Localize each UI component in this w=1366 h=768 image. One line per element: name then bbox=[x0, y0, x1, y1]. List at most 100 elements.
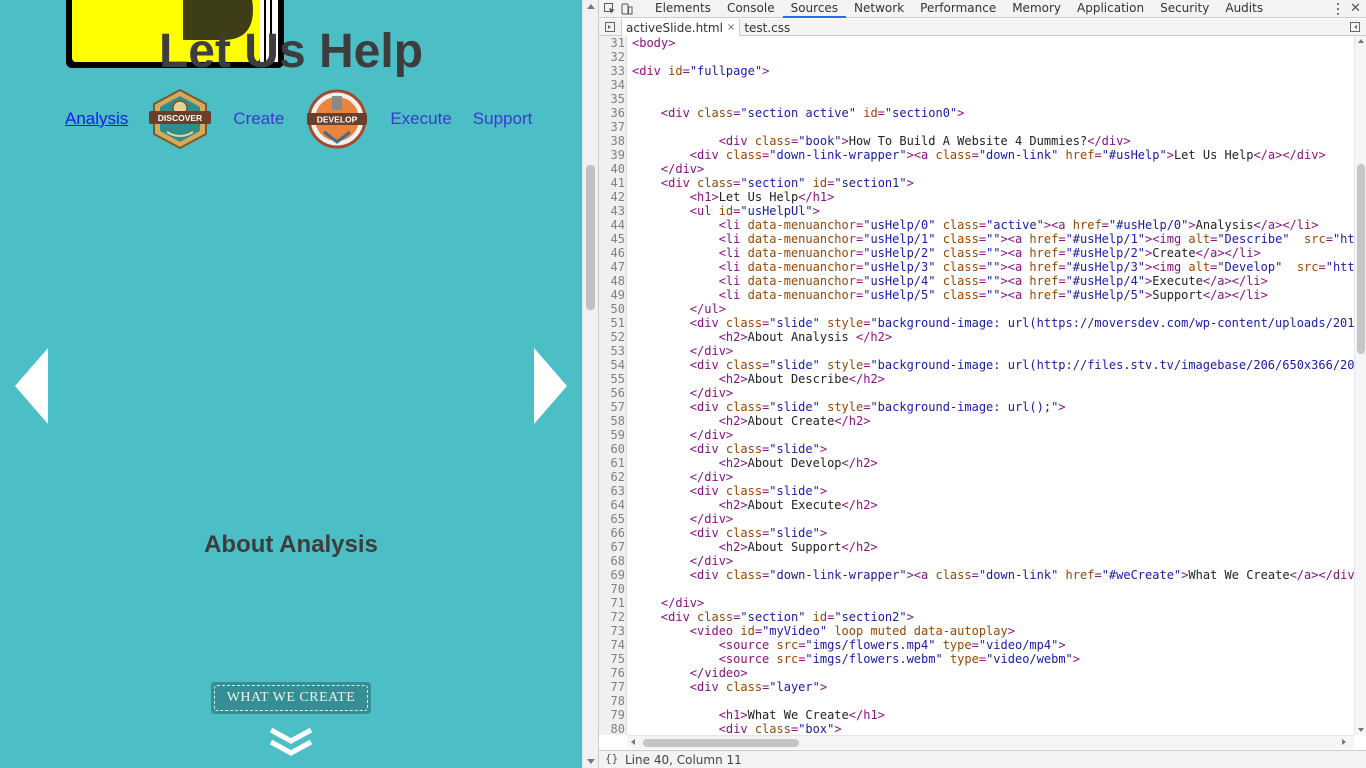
code-token-val: "section0" bbox=[884, 106, 958, 120]
code-token-tag: </div> bbox=[660, 596, 705, 610]
toggle-debugger-icon[interactable] bbox=[1350, 22, 1360, 32]
slide-prev-arrow-icon[interactable] bbox=[14, 347, 50, 425]
discover-badge-icon[interactable]: DISCOVER bbox=[147, 88, 213, 150]
code-text: <h2>About Support</h2> bbox=[632, 540, 878, 554]
file-tab[interactable]: activeSlide.html × bbox=[621, 19, 741, 37]
pretty-print-icon[interactable]: {} bbox=[605, 752, 618, 765]
code-token-val: "slide" bbox=[769, 442, 820, 456]
what-we-create-button[interactable]: WHAT WE CREATE bbox=[211, 682, 371, 714]
code-token-tag: <h2> bbox=[718, 414, 748, 428]
editor-horizontal-scrollbar[interactable] bbox=[627, 735, 1354, 749]
line-number: 42 bbox=[610, 190, 625, 204]
editor-vertical-scrollbar[interactable] bbox=[1354, 36, 1366, 735]
devtools-tab-network[interactable]: Network bbox=[846, 0, 912, 18]
code-editor[interactable]: 31 <body> 32 33 <div id="fullpage"> 34 35 36 <d… bbox=[599, 36, 1354, 735]
code-token-tag: ><a bbox=[1000, 274, 1030, 288]
code-line: 80 <div class="box"> bbox=[599, 722, 1354, 735]
line-number: 72 bbox=[610, 610, 625, 624]
device-toolbar-icon[interactable] bbox=[621, 3, 633, 15]
more-options-icon[interactable] bbox=[1335, 2, 1341, 16]
code-token-attr: class bbox=[725, 148, 763, 162]
nav-link-analysis[interactable]: Analysis bbox=[65, 109, 128, 129]
code-token-tag: <div bbox=[660, 176, 698, 190]
devtools-tab-performance[interactable]: Performance bbox=[912, 0, 1004, 18]
code-token-tag: = bbox=[971, 638, 979, 652]
scroll-up-arrow-icon[interactable] bbox=[587, 4, 595, 9]
code-token-attr: class bbox=[942, 274, 979, 288]
line-number: 75 bbox=[610, 652, 625, 666]
nav-link-support[interactable]: Support bbox=[473, 109, 533, 129]
editor-horizontal-scroll-thumb[interactable] bbox=[643, 739, 799, 747]
code-token-val: "#weCreate" bbox=[1101, 568, 1182, 582]
devtools-tab-security[interactable]: Security bbox=[1152, 0, 1217, 18]
code-text: </div> bbox=[632, 344, 733, 358]
develop-badge-icon[interactable]: DEVELOP bbox=[306, 88, 368, 150]
code-token-tag: ><a bbox=[1000, 232, 1030, 246]
editor-scroll-left-arrow-icon[interactable] bbox=[631, 739, 635, 745]
line-number: 33 bbox=[610, 64, 625, 78]
close-devtools-icon[interactable]: ✕ bbox=[1350, 1, 1361, 17]
devtools-tab-audits[interactable]: Audits bbox=[1217, 0, 1271, 18]
code-token-tag: > bbox=[906, 610, 914, 624]
what-we-create-label: WHAT WE CREATE bbox=[214, 685, 368, 711]
code-line: 68 </div> bbox=[599, 554, 1354, 568]
code-text: <div class="section active" id="section0… bbox=[632, 106, 964, 120]
nav-link-execute[interactable]: Execute bbox=[390, 109, 451, 129]
code-token-tag: > bbox=[1007, 624, 1015, 638]
code-text: <div class="section" id="section1"> bbox=[632, 176, 914, 190]
nav-link-create[interactable]: Create bbox=[233, 109, 284, 129]
editor-vertical-scroll-thumb[interactable] bbox=[1357, 164, 1365, 354]
devtools-tab-elements[interactable]: Elements bbox=[647, 0, 719, 18]
editor-scroll-down-arrow-icon[interactable] bbox=[1358, 728, 1364, 732]
code-token-tag: ><img bbox=[1145, 232, 1189, 246]
code-text: <h1>What We Create</h1> bbox=[632, 708, 885, 722]
code-token-attr: src bbox=[776, 638, 799, 652]
code-token-attr: style bbox=[827, 400, 864, 414]
page-scrollbar[interactable] bbox=[582, 0, 598, 768]
editor-scroll-right-arrow-icon[interactable] bbox=[1342, 739, 1346, 745]
code-token-attr: class bbox=[725, 400, 763, 414]
page-scroll-thumb[interactable] bbox=[586, 165, 595, 310]
code-line: 51 <div class="slide" style="background-… bbox=[599, 316, 1354, 330]
code-text: </div> bbox=[632, 554, 733, 568]
slide-next-arrow-icon[interactable] bbox=[532, 347, 568, 425]
devtools-tab-memory[interactable]: Memory bbox=[1004, 0, 1069, 18]
code-line: 31 <body> bbox=[599, 36, 1354, 50]
editor-scroll-up-arrow-icon[interactable] bbox=[1358, 39, 1364, 43]
code-token-val: "down-link-wrapper" bbox=[769, 568, 907, 582]
code-token-attr: class bbox=[725, 526, 763, 540]
devtools-tab-console[interactable]: Console bbox=[719, 0, 783, 18]
devtools-tab-sources[interactable]: Sources bbox=[782, 0, 847, 18]
devtools-tabs: Elements Console Sources Network Performance… bbox=[647, 0, 1271, 18]
toggle-navigator-icon[interactable] bbox=[605, 22, 615, 32]
close-file-tab-icon[interactable]: × bbox=[727, 20, 735, 36]
code-token-tag: = bbox=[978, 274, 987, 288]
line-number: 49 bbox=[610, 288, 625, 302]
code-token-tag: </a></li> bbox=[1202, 288, 1268, 302]
inspect-element-icon[interactable] bbox=[604, 3, 616, 15]
code-line: 63 <div class="slide"> bbox=[599, 484, 1354, 498]
file-tab[interactable]: test.css bbox=[740, 19, 794, 36]
scroll-down-arrow-icon[interactable] bbox=[587, 759, 595, 764]
code-token-tag: <div bbox=[718, 722, 755, 735]
code-text: <div class="slide" style="background-ima… bbox=[632, 316, 1354, 330]
code-token-val: "imgs/flowers.webm" bbox=[805, 652, 943, 666]
code-token-tag: ><a bbox=[1000, 288, 1030, 302]
code-token-attr: alt bbox=[1188, 232, 1211, 246]
code-token-attr: id bbox=[740, 624, 755, 638]
code-line: 37 bbox=[599, 120, 1354, 134]
code-token-txt: Create bbox=[1152, 246, 1196, 260]
double-chevron-down-icon[interactable] bbox=[268, 726, 314, 758]
code-line: 35 bbox=[599, 92, 1354, 106]
devtools-tab-application[interactable]: Application bbox=[1069, 0, 1152, 18]
code-token-tag: > bbox=[819, 484, 828, 498]
code-line: 39 <div class="down-link-wrapper"><a cla… bbox=[599, 148, 1354, 162]
